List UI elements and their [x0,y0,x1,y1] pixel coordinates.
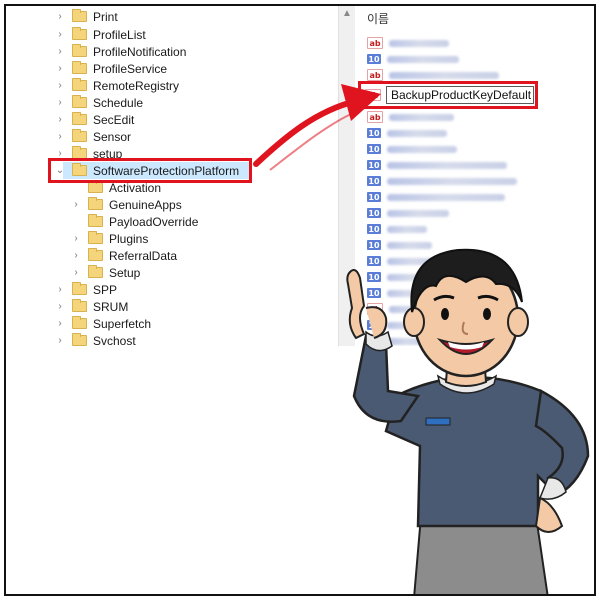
value-row[interactable]: 10 [367,52,459,66]
tree-item-label: Sensor [93,129,132,144]
tree-item-setup-sub[interactable]: › Setup [70,264,140,281]
binary-value-icon: 10 [367,208,381,218]
tree-item-label: Superfetch [93,316,152,331]
blurred-value-name [387,193,505,201]
chevron-right-icon[interactable]: › [54,29,66,41]
tree-item-secedit[interactable]: › SecEdit [54,111,134,128]
folder-icon [72,27,87,40]
tree-item-label: SPP [93,282,118,297]
value-row[interactable]: 10 [367,190,505,204]
folder-icon [88,214,103,227]
folder-icon [88,265,103,278]
chevron-right-icon[interactable]: › [54,80,66,92]
folder-icon [72,95,87,108]
folder-icon [88,231,103,244]
tree-item-genuineapps[interactable]: › GenuineApps [70,196,182,213]
blurred-value-name [387,145,457,153]
tree-item-sensor[interactable]: › Sensor [54,128,131,145]
folder-icon [88,197,103,210]
chevron-right-icon[interactable]: › [70,267,82,279]
screenshot-frame: › Print › ProfileList › ProfileNotification… [4,4,596,596]
tree-item-label: ProfileNotification [93,44,187,59]
tree-item-label: ProfileService [93,61,168,76]
chevron-right-icon[interactable]: › [54,131,66,143]
tree-item-label: PayloadOverride [109,214,199,229]
scroll-up-icon[interactable]: ▲ [342,8,352,19]
tree-item-superfetch[interactable]: › Superfetch [54,315,151,332]
folder-icon [88,180,103,193]
value-row[interactable]: 10 [367,174,517,188]
cartoon-man-pointing-illustration [346,248,590,594]
chevron-right-icon[interactable]: › [54,301,66,313]
blurred-value-name [387,177,517,185]
folder-icon [72,333,87,346]
blurred-value-name [387,161,507,169]
folder-icon [72,316,87,329]
tree-item-label: RemoteRegistry [93,78,180,93]
chevron-right-icon[interactable]: › [70,199,82,211]
folder-icon [88,248,103,261]
binary-value-icon: 10 [367,54,381,64]
folder-icon [72,282,87,295]
column-header-name[interactable]: 이름 [367,10,389,27]
tree-item-label: SecEdit [93,112,135,127]
chevron-right-icon[interactable]: › [54,114,66,126]
value-name-backupproductkeydefault[interactable]: BackupProductKeyDefault [386,86,535,104]
blurred-value-name [389,71,499,79]
chevron-right-icon[interactable] [70,216,82,228]
chevron-right-icon[interactable]: › [54,63,66,75]
chevron-right-icon[interactable]: › [54,318,66,330]
chevron-right-icon[interactable]: › [54,11,66,23]
tree-item-profilelist[interactable]: › ProfileList [54,26,146,43]
chevron-right-icon[interactable]: › [70,250,82,262]
folder-icon [72,299,87,312]
binary-value-icon: 10 [367,192,381,202]
tree-item-plugins[interactable]: › Plugins [70,230,148,247]
blurred-value-name [387,55,459,63]
chevron-right-icon[interactable] [70,182,82,194]
tree-item-label: Setup [109,265,141,280]
value-row[interactable]: 10 [367,158,507,172]
tree-item-remoteregistry[interactable]: › RemoteRegistry [54,77,179,94]
tree-item-spp[interactable]: › SPP [54,281,117,298]
value-row[interactable]: 10 [367,206,449,220]
folder-icon [72,44,87,57]
chevron-right-icon[interactable]: › [54,46,66,58]
tree-item-srum[interactable]: › SRUM [54,298,128,315]
blurred-value-name [389,39,449,47]
folder-icon [72,78,87,91]
string-value-icon: ab [367,37,383,49]
blurred-value-name [389,113,454,121]
tree-item-label: GenuineApps [109,197,182,212]
value-row[interactable]: ab [367,68,499,82]
chevron-right-icon[interactable]: › [70,233,82,245]
folder-icon [72,61,87,74]
chevron-right-icon[interactable]: › [54,284,66,296]
tree-item-profileservice[interactable]: › ProfileService [54,60,167,77]
tree-item-payloadoverride[interactable]: PayloadOverride [70,213,198,230]
tree-item-label: Plugins [109,231,149,246]
tree-item-label: Print [93,9,118,24]
blurred-value-name [387,209,449,217]
tree-item-label: ReferralData [109,248,178,263]
chevron-right-icon[interactable]: › [54,335,66,346]
tree-item-label: ProfileList [93,27,146,42]
tree-item-label: Schedule [93,95,144,110]
folder-icon [72,129,87,142]
red-arrow-annotation [253,84,381,171]
tree-item-label: SRUM [93,299,129,314]
chevron-right-icon[interactable]: › [54,97,66,109]
tree-item-profilenotification[interactable]: › ProfileNotification [54,43,186,60]
folder-icon [72,112,87,125]
highlight-box-selected-key [48,158,252,183]
tree-item-referraldata[interactable]: › ReferralData [70,247,177,264]
tree-item-svchost[interactable]: › Svchost [54,332,136,346]
blurred-value-name [387,129,447,137]
folder-icon [72,9,87,22]
value-name-label: BackupProductKeyDefault [391,88,532,102]
value-row[interactable]: ab [367,36,449,50]
tree-item-schedule[interactable]: › Schedule [54,94,143,111]
tree-item-label: Svchost [93,333,136,347]
tree-item-print[interactable]: › Print [54,8,118,25]
